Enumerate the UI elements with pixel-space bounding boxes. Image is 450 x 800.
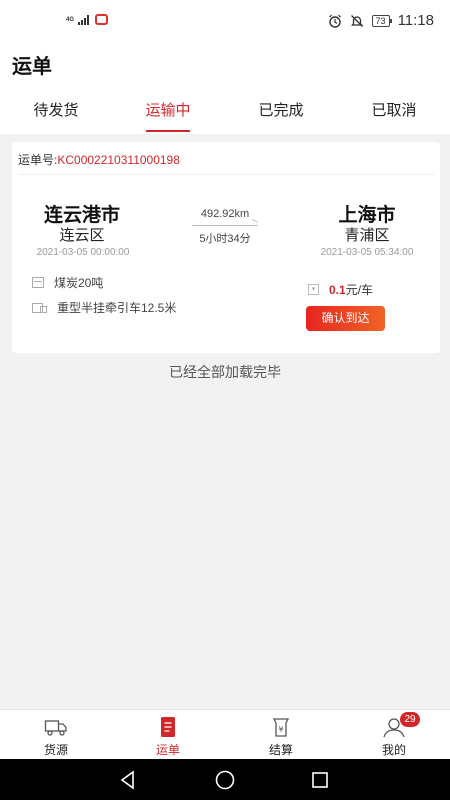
price-value: 0.1 [329, 283, 346, 297]
nav-item-settlement[interactable]: ¥ 结算 [225, 710, 337, 760]
truck-icon [44, 720, 67, 736]
confirm-arrival-button[interactable]: 确认到达 [306, 306, 385, 331]
nav-label: 结算 [268, 743, 293, 757]
tab-label: 已取消 [371, 102, 417, 119]
nav-item-goods[interactable]: 货源 [0, 710, 112, 760]
origin-district: 连云区 [59, 227, 105, 244]
app-header: 运单 [0, 42, 450, 90]
route-arrow-icon [192, 225, 258, 226]
destination-datetime: 2021-03-05 05:34:00 [320, 247, 414, 258]
svg-text:¥: ¥ [278, 725, 283, 734]
mute-bell-icon [350, 14, 363, 27]
status-right: 73 11:18 [328, 12, 434, 29]
nav-label: 我的 [381, 743, 406, 757]
vehicle-info: 重型半挂牵引车12.5米 [32, 299, 176, 316]
waybill-icon [161, 717, 175, 737]
destination-district: 青浦区 [344, 227, 390, 244]
tab-completed[interactable]: 已完成 [225, 90, 337, 134]
app-notification-icon [95, 14, 109, 25]
route-duration: 5小时34分 [199, 233, 251, 245]
freight-price: ▾ 0.1元/车 [308, 281, 373, 298]
status-tabs: 待发货 运输中 已完成 已取消 [0, 90, 450, 134]
recent-apps-icon[interactable] [309, 769, 331, 791]
network-type: 4G [66, 16, 75, 23]
active-tab-indicator [146, 130, 190, 132]
origin-city: 连云港市 [43, 205, 120, 226]
nav-label: 运单 [155, 743, 180, 757]
tab-label: 待发货 [33, 102, 79, 119]
nav-item-waybill[interactable]: 运单 [112, 710, 224, 760]
nav-item-profile[interactable]: 29 我的 [338, 710, 450, 760]
alarm-icon [328, 14, 341, 28]
origin-datetime: 2021-03-05 00:00:00 [36, 247, 130, 258]
tab-cancelled[interactable]: 已取消 [338, 90, 450, 134]
tab-in-transit[interactable]: 运输中 [112, 90, 224, 134]
yen-bag-icon: ¥ [272, 718, 290, 737]
vehicle-text: 重型半挂牵引车12.5米 [57, 301, 177, 315]
nav-label: 货源 [43, 743, 68, 757]
bottom-nav: 货源 运单 ¥ 结算 29 我的 [0, 709, 450, 759]
cargo-box-icon [32, 277, 44, 288]
battery-icon: 73 [371, 14, 392, 27]
waybill-number-value: KC0002210311000198 [57, 153, 180, 167]
waybill-number-label: 运单号: [18, 153, 58, 167]
waybill-number: 运单号:KC0002210311000198 [18, 151, 180, 168]
tab-label: 已完成 [258, 102, 304, 119]
status-left: 4G [66, 14, 109, 25]
tab-label: 运输中 [145, 102, 191, 119]
price-unit: 元/车 [345, 283, 374, 297]
signal-icon [78, 14, 90, 25]
system-nav-bar [0, 759, 450, 800]
back-icon[interactable] [117, 769, 139, 791]
truck-icon [32, 302, 47, 313]
clock: 11:18 [397, 12, 434, 29]
price-tag-icon: ▾ [308, 284, 319, 295]
tab-pending-shipment[interactable]: 待发货 [0, 90, 112, 134]
destination-city: 上海市 [338, 205, 396, 226]
waybill-card[interactable]: 运单号:KC0002210311000198 连云港市 连云区 2021-03-… [12, 142, 440, 353]
route-distance: 492.92km [200, 208, 250, 220]
cargo-info: 煤炭20吨 [32, 274, 103, 291]
unread-badge: 29 [400, 712, 420, 727]
page-title: 运单 [12, 56, 52, 78]
divider [18, 174, 434, 175]
cargo-text: 煤炭20吨 [54, 276, 104, 290]
home-icon[interactable] [214, 769, 236, 791]
list-end-text: 已经全部加载完毕 [169, 364, 281, 380]
status-bar: 4G 73 11:18 [0, 0, 450, 42]
